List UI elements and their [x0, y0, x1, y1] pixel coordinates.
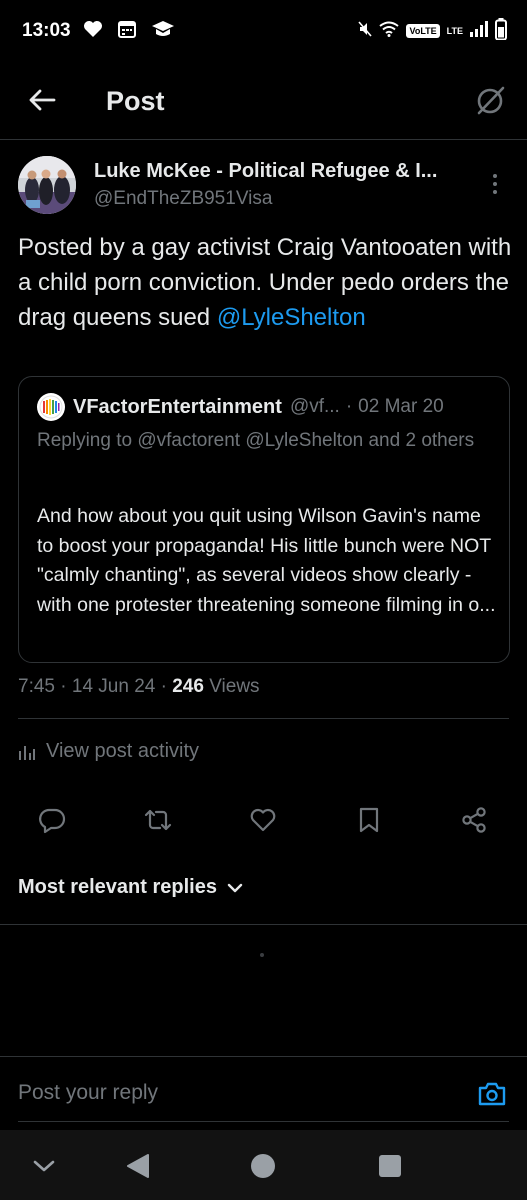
mention-link[interactable]: @LyleShelton [217, 304, 366, 331]
status-bar: 13:03 VoLTE LTE [0, 0, 527, 62]
view-post-activity-button[interactable]: View post activity [18, 740, 199, 763]
post-meta: 7:45 · 14 Jun 24 · 246 Views [18, 676, 260, 698]
quoted-date: 02 Mar 20 [358, 396, 444, 417]
post-date: 14 Jun 24 [71, 676, 156, 697]
replies-sort-button[interactable]: Most relevant replies [18, 876, 243, 899]
signal-icon [470, 20, 488, 42]
bookmark-icon [359, 807, 379, 833]
post-text: Posted by a gay activist Craig Vantooate… [18, 230, 513, 335]
status-time: 13:03 [22, 20, 71, 41]
reply-button[interactable] [32, 800, 72, 840]
reply-underline [18, 1121, 509, 1122]
camera-button[interactable] [475, 1077, 509, 1111]
grok-icon [477, 86, 505, 115]
loading-indicator [260, 953, 264, 957]
square-recents-icon [379, 1155, 401, 1177]
chevron-down-icon [227, 883, 243, 892]
calendar-icon [117, 19, 137, 44]
nav-collapse-button[interactable] [26, 1148, 62, 1184]
mute-icon [358, 20, 373, 42]
reply-icon [39, 808, 66, 834]
more-dot [493, 174, 497, 178]
divider [0, 924, 527, 925]
triangle-back-icon [127, 1154, 149, 1178]
grok-button[interactable] [473, 82, 509, 118]
more-options-button[interactable] [487, 172, 503, 196]
replies-sort-label: Most relevant replies [18, 876, 217, 898]
header: Post [0, 62, 527, 140]
back-button[interactable] [26, 84, 58, 116]
graduation-cap-icon [151, 19, 175, 44]
post-author: Luke McKee - Political Refugee & I... @E… [18, 154, 513, 220]
like-icon [250, 808, 276, 832]
nav-home-button[interactable] [245, 1148, 281, 1184]
post-time: 7:45 [18, 676, 55, 697]
quoted-author-handle: @vf... [289, 396, 340, 417]
nav-back-button[interactable] [120, 1148, 156, 1184]
volte-badge: VoLTE [406, 24, 440, 38]
more-dot [493, 182, 497, 186]
reply-composer [0, 1056, 527, 1130]
bookmark-button[interactable] [349, 800, 389, 840]
quoted-avatar [37, 393, 65, 421]
quoted-post-text: And how about you quit using Wilson Gavi… [37, 505, 496, 616]
nav-recents-button[interactable] [372, 1148, 408, 1184]
divider [18, 718, 509, 719]
views-label: Views [209, 676, 260, 697]
quoted-post-header: VFactorEntertainment @vf... · 02 Mar 20 [37, 393, 495, 421]
like-button[interactable] [243, 800, 283, 840]
share-icon [462, 807, 486, 833]
share-button[interactable] [454, 800, 494, 840]
quoted-replying-to: Replying to @vfactorent @LyleShelton and… [37, 430, 475, 451]
wifi-icon [379, 21, 400, 42]
circle-home-icon [251, 1154, 275, 1178]
separator-dot: · [345, 396, 353, 417]
separator-dot: · [60, 676, 67, 697]
arrow-left-icon [29, 89, 56, 111]
separator-dot: · [160, 676, 167, 697]
views-count: 246 [172, 676, 204, 697]
view-post-activity-label: View post activity [46, 740, 200, 762]
lte-label: LTE [446, 26, 463, 36]
author-handle[interactable]: @EndTheZB951Visa [94, 188, 272, 210]
analytics-icon [19, 745, 35, 760]
repost-icon [144, 809, 172, 831]
post-actions [0, 800, 527, 840]
repost-button[interactable] [138, 800, 178, 840]
author-name[interactable]: Luke McKee - Political Refugee & I... [94, 160, 437, 183]
system-nav-bar [0, 1130, 527, 1200]
camera-icon [478, 1082, 506, 1106]
quoted-post[interactable]: VFactorEntertainment @vf... · 02 Mar 20 … [18, 376, 510, 663]
chevron-down-icon [33, 1160, 55, 1172]
page-title: Post [106, 86, 165, 116]
avatar[interactable] [18, 156, 76, 214]
heart-icon [83, 20, 103, 43]
reply-input[interactable] [18, 1081, 418, 1105]
more-dot [493, 190, 497, 194]
quoted-author-name: VFactorEntertainment [73, 395, 282, 418]
battery-icon [495, 17, 507, 45]
